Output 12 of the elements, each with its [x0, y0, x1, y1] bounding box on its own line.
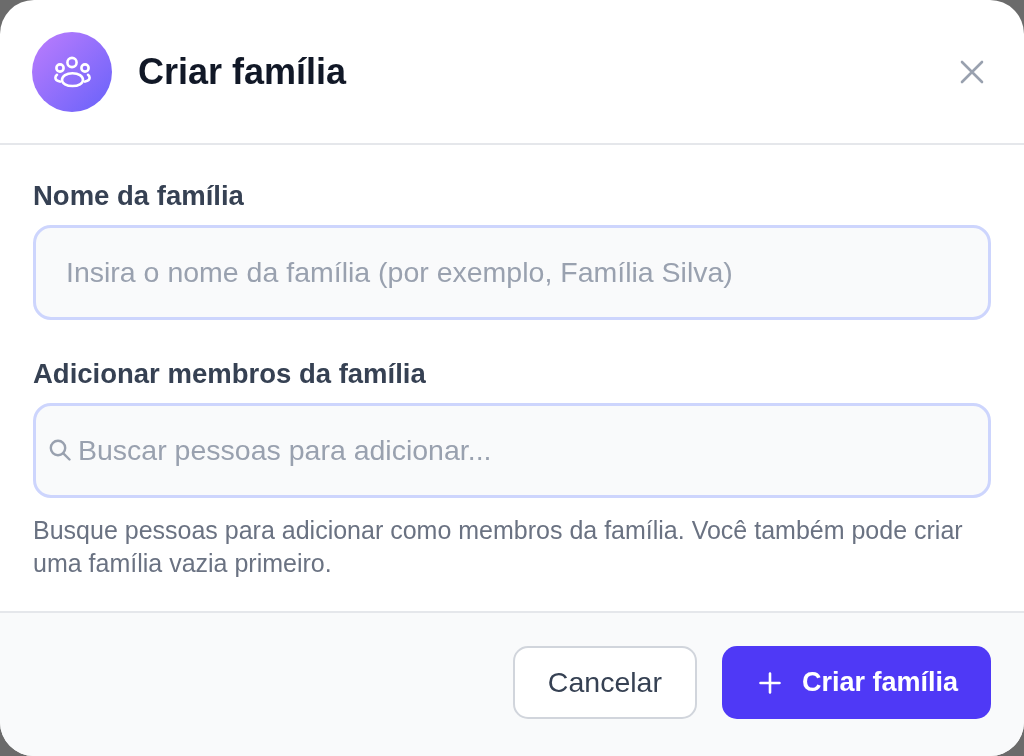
close-icon	[960, 59, 984, 84]
people-group-icon	[32, 31, 112, 112]
search-icon	[49, 439, 71, 461]
field-label: Nome da família	[33, 179, 245, 213]
create-family-button[interactable]: Criar família	[721, 646, 991, 719]
name-input-field[interactable]: Insira o nome da família (por exemplo, Família Silva)	[33, 225, 991, 320]
cancel-button[interactable]: Cancelar	[512, 646, 697, 719]
help-text: Busque pessoas para adicionar como membros da família. Você também pode criar uma família vazia primeiro.	[33, 515, 964, 579]
field-label: Adicionar membros da família	[33, 357, 427, 391]
search-field[interactable]: Buscar pessoas para adicionar...	[33, 403, 991, 498]
plus-icon	[758, 671, 781, 694]
dialog-title: Criar família	[138, 49, 347, 94]
